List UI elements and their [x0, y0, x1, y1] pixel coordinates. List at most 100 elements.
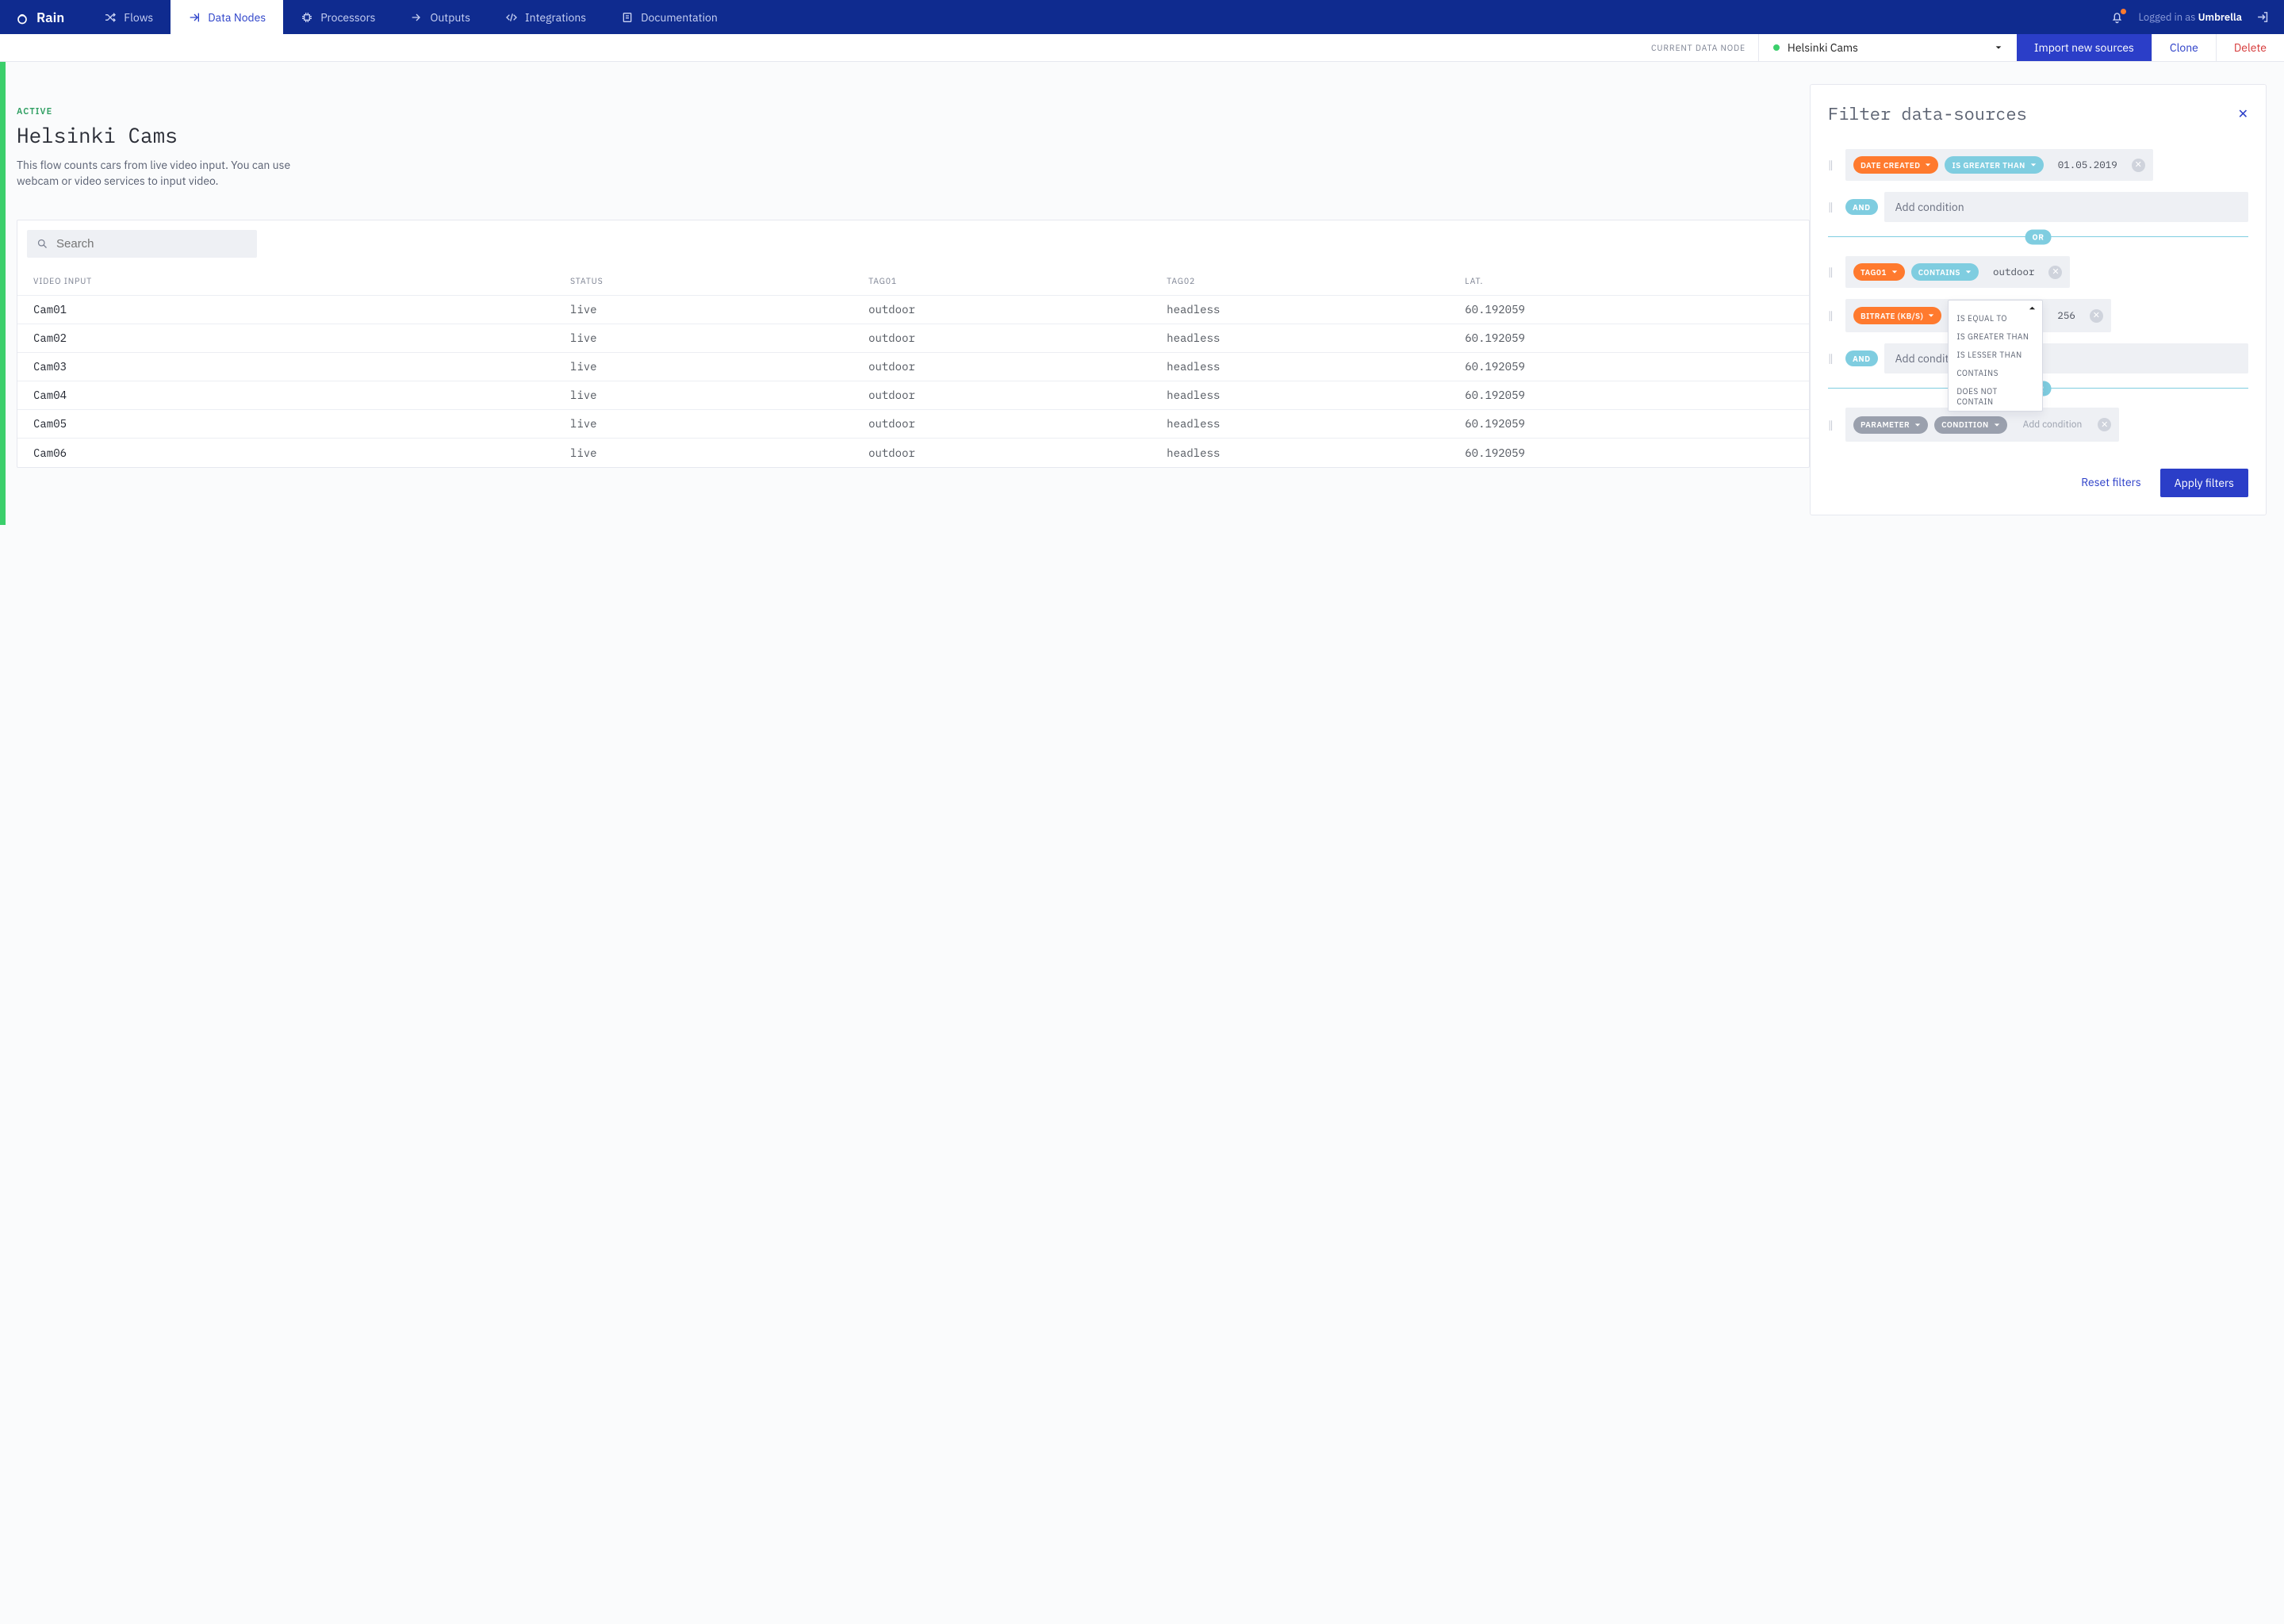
document-icon: [621, 11, 634, 24]
sub-bar: CURRENT DATA NODE Helsinki Cams Import n…: [0, 34, 2284, 62]
dropdown-option[interactable]: DOES NOT CONTAIN: [1949, 382, 2042, 411]
clone-button[interactable]: Clone: [2152, 34, 2216, 61]
node-selector[interactable]: Helsinki Cams: [1759, 34, 2017, 61]
output-icon: [410, 11, 423, 24]
bool-pill-and[interactable]: AND: [1845, 350, 1878, 366]
drag-handle-icon[interactable]: ||: [1828, 351, 1839, 366]
apply-filters-button[interactable]: Apply filters: [2160, 469, 2248, 497]
status-dot-icon: [1773, 44, 1780, 51]
dropdown-option[interactable]: CONTAINS: [1949, 364, 2042, 382]
search-input[interactable]: [56, 237, 247, 251]
close-panel-icon[interactable]: ✕: [2238, 106, 2248, 122]
filter-panel: Filter data-sources ✕ || DATE CREATED IS…: [1810, 84, 2267, 515]
drag-handle-icon[interactable]: ||: [1828, 418, 1839, 432]
nav-item-data-nodes[interactable]: Data Nodes: [171, 0, 283, 34]
add-condition-input[interactable]: Add conditio: [1884, 343, 2248, 373]
nav-item-flows[interactable]: Flows: [86, 0, 171, 34]
brand-logo-icon: [14, 10, 30, 25]
status-badge: ACTIVE: [17, 106, 291, 117]
sources-card: VIDEO INPUT STATUS TAG01 TAG02 LAT. Cam0…: [17, 220, 1810, 468]
condition-dropdown[interactable]: IS EQUAL TO IS GREATER THAN IS LESSER TH…: [1948, 305, 2043, 326]
nav-item-documentation[interactable]: Documentation: [604, 0, 735, 34]
param-chip[interactable]: TAG01: [1853, 263, 1905, 281]
remove-condition-icon[interactable]: ✕: [2098, 418, 2111, 431]
nav-label: Outputs: [430, 10, 470, 25]
or-separator: OR: [1828, 236, 2248, 237]
value-field[interactable]: 01.05.2019: [2050, 155, 2125, 174]
param-chip[interactable]: BITRATE (KB/S): [1853, 307, 1941, 324]
code-icon: [505, 11, 518, 24]
nav-item-outputs[interactable]: Outputs: [393, 0, 488, 34]
param-chip[interactable]: DATE CREATED: [1853, 156, 1938, 174]
dropdown-option[interactable]: IS EQUAL TO: [1949, 313, 2042, 327]
value-field[interactable]: outdoor: [1985, 262, 2043, 282]
reset-filters-button[interactable]: Reset filters: [2073, 469, 2148, 497]
top-nav: Rain Flows Data Nodes Processors Outputs…: [0, 0, 2284, 34]
import-sources-button[interactable]: Import new sources: [2017, 34, 2152, 61]
panel-title: Filter data-sources: [1828, 102, 2027, 125]
value-placeholder[interactable]: Add condition: [2014, 414, 2092, 435]
notification-dot-icon: [2121, 9, 2126, 14]
remove-condition-icon[interactable]: ✕: [2090, 309, 2103, 323]
col-header: LAT.: [1465, 275, 1793, 286]
current-node-label: CURRENT DATA NODE: [0, 34, 1759, 61]
page-description: This flow counts cars from live video in…: [17, 157, 291, 190]
node-name: Helsinki Cams: [1788, 40, 1858, 55]
brand-name: Rain: [36, 9, 64, 26]
table-row[interactable]: Cam04liveoutdoorheadless60.192059: [17, 381, 1809, 410]
dropdown-option[interactable]: IS LESSER THAN: [1949, 346, 2042, 364]
drag-handle-icon[interactable]: ||: [1828, 308, 1839, 323]
condition-chip-placeholder[interactable]: CONDITION: [1934, 416, 2007, 434]
table-row[interactable]: Cam03liveoutdoorheadless60.192059: [17, 353, 1809, 381]
search-box[interactable]: [27, 230, 257, 258]
table-row[interactable]: Cam02liveoutdoorheadless60.192059: [17, 324, 1809, 353]
nav-label: Documentation: [641, 10, 718, 25]
bool-pill-or[interactable]: OR: [2025, 229, 2052, 244]
chevron-up-icon[interactable]: [2029, 304, 2036, 312]
col-header: TAG02: [1167, 275, 1465, 286]
notifications-bell-icon[interactable]: [2110, 10, 2124, 24]
condition-chip[interactable]: CONTAINS: [1911, 263, 1979, 281]
arrow-in-icon: [188, 11, 201, 24]
logout-icon[interactable]: [2256, 10, 2270, 24]
filter-condition-template: || PARAMETER CONDITION Add condition ✕: [1828, 408, 2248, 442]
dropdown-option[interactable]: IS GREATER THAN: [1949, 327, 2042, 346]
bool-pill-and[interactable]: AND: [1845, 199, 1878, 215]
nav-label: Data Nodes: [208, 10, 266, 25]
nav-label: Flows: [124, 10, 153, 25]
cpu-icon: [301, 11, 313, 24]
filter-condition: || TAG01 CONTAINS outdoor ✕: [1828, 256, 2248, 288]
login-prefix: Logged in as: [2138, 10, 2198, 24]
filter-condition: || DATE CREATED IS GREATER THAN 01.05.20…: [1828, 149, 2248, 181]
filter-condition: || BITRATE (KB/S) IS EQUAL TO IS GREATER…: [1828, 299, 2248, 332]
nav-label: Processors: [320, 10, 375, 25]
drag-handle-icon[interactable]: ||: [1828, 200, 1839, 214]
nav-item-processors[interactable]: Processors: [283, 0, 393, 34]
brand[interactable]: Rain: [0, 0, 86, 34]
param-chip-placeholder[interactable]: PARAMETER: [1853, 416, 1928, 434]
table-row[interactable]: Cam06liveoutdoorheadless60.192059: [17, 439, 1809, 467]
col-header: STATUS: [570, 275, 868, 286]
sources-table: VIDEO INPUT STATUS TAG01 TAG02 LAT. Cam0…: [17, 267, 1809, 467]
status-strip: [0, 62, 6, 525]
table-row[interactable]: Cam01liveoutdoorheadless60.192059: [17, 296, 1809, 324]
nav-item-integrations[interactable]: Integrations: [488, 0, 604, 34]
delete-button[interactable]: Delete: [2216, 34, 2284, 61]
remove-condition-icon[interactable]: ✕: [2048, 266, 2062, 279]
table-row[interactable]: Cam05liveoutdoorheadless60.192059: [17, 410, 1809, 439]
add-condition-input[interactable]: Add condition: [1884, 192, 2248, 222]
nav-label: Integrations: [525, 10, 586, 25]
page-title: Helsinki Cams: [17, 122, 291, 149]
condition-chip[interactable]: IS GREATER THAN: [1945, 156, 2043, 174]
drag-handle-icon[interactable]: ||: [1828, 158, 1839, 172]
value-field[interactable]: 256: [2049, 306, 2083, 325]
shuffle-icon: [104, 11, 117, 24]
search-icon: [36, 238, 48, 250]
add-condition-row: || AND Add condition: [1828, 192, 2248, 222]
hero: ACTIVE Helsinki Cams This flow counts ca…: [6, 106, 291, 212]
col-header: VIDEO INPUT: [33, 275, 570, 286]
drag-handle-icon[interactable]: ||: [1828, 265, 1839, 279]
remove-condition-icon[interactable]: ✕: [2132, 159, 2145, 172]
login-caption: Logged in as Umbrella: [2138, 10, 2242, 24]
col-header: TAG01: [868, 275, 1167, 286]
